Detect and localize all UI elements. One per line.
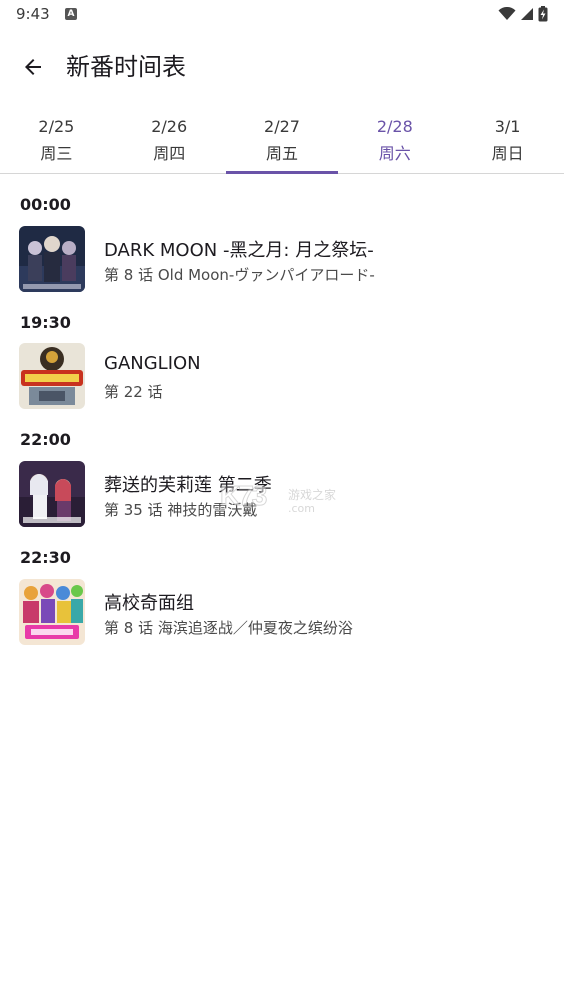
tab-selected-indicator: [225, 171, 339, 174]
anime-list-item[interactable]: 高校奇面组 第 8 话 海滨追逐战／仲夏夜之缤纷浴: [19, 579, 549, 645]
tab-date: 2/28: [376, 117, 413, 136]
tab-weekday: 周四: [153, 144, 186, 163]
tab-date: 2/26: [151, 117, 188, 136]
back-button[interactable]: [16, 50, 50, 84]
anime-cover-thumbnail: [19, 461, 85, 527]
anime-cover-thumbnail: [19, 579, 85, 645]
episode-info: 第 8 话 海滨追逐战／仲夏夜之缤纷浴: [104, 619, 353, 637]
watermark-domain: .com: [288, 502, 315, 515]
site-watermark: K73 游戏之家 .com: [219, 478, 350, 518]
time-slot-label: 22:00: [20, 430, 71, 449]
watermark-logo: K73: [219, 480, 267, 512]
wifi-icon: [498, 7, 516, 20]
anime-list-item[interactable]: DARK MOON -黑之月: 月之祭坛- 第 8 话 Old Moon-ヴァン…: [19, 226, 549, 292]
tab-2-28[interactable]: 2/28 周六: [338, 108, 451, 173]
anime-cover-thumbnail: [19, 343, 85, 409]
anime-list-item[interactable]: GANGLION 第 22 话: [19, 343, 549, 409]
tab-2-26[interactable]: 2/26 周四: [113, 108, 226, 173]
tab-2-25[interactable]: 2/25 周三: [0, 108, 113, 173]
tab-2-27[interactable]: 2/27 周五: [225, 108, 339, 174]
time-slot-label: 19:30: [20, 313, 71, 332]
anime-title: 高校奇面组: [104, 593, 194, 614]
episode-info: 第 8 话 Old Moon-ヴァンパイアロード-: [104, 266, 375, 284]
status-icons: [498, 6, 548, 22]
time-slot-label: 22:30: [20, 548, 71, 567]
tab-weekday: 周三: [40, 144, 73, 163]
tab-date: 2/25: [38, 117, 75, 136]
anime-title: DARK MOON -黑之月: 月之祭坛-: [104, 240, 374, 261]
page-title: 新番时间表: [66, 53, 186, 81]
tab-3-1[interactable]: 3/1 周日: [451, 108, 564, 173]
anime-title: GANGLION: [104, 353, 201, 374]
time-slot-label: 00:00: [20, 195, 71, 214]
tab-date: 2/27: [264, 117, 300, 136]
cellular-signal-icon: [521, 8, 533, 20]
tab-date: 3/1: [494, 117, 521, 136]
arrow-back-icon: [25, 59, 41, 75]
battery-charging-icon: [538, 6, 548, 22]
tab-weekday: 周五: [265, 144, 298, 163]
episode-info: 第 22 话: [104, 383, 163, 401]
anime-cover-thumbnail: [19, 226, 85, 292]
tab-weekday: 周日: [491, 144, 524, 163]
status-bar: 9:43 A: [0, 0, 564, 30]
app-bar: 新番时间表: [0, 38, 564, 96]
status-time: 9:43: [16, 5, 50, 23]
app-notification-icon: A: [65, 8, 77, 20]
tab-weekday: 周六: [378, 144, 411, 163]
watermark-text: 游戏之家: [288, 488, 337, 502]
date-tabs: 2/25 周三 2/26 周四 2/27 周五 2/28 周六 3/1 周日: [0, 108, 564, 174]
